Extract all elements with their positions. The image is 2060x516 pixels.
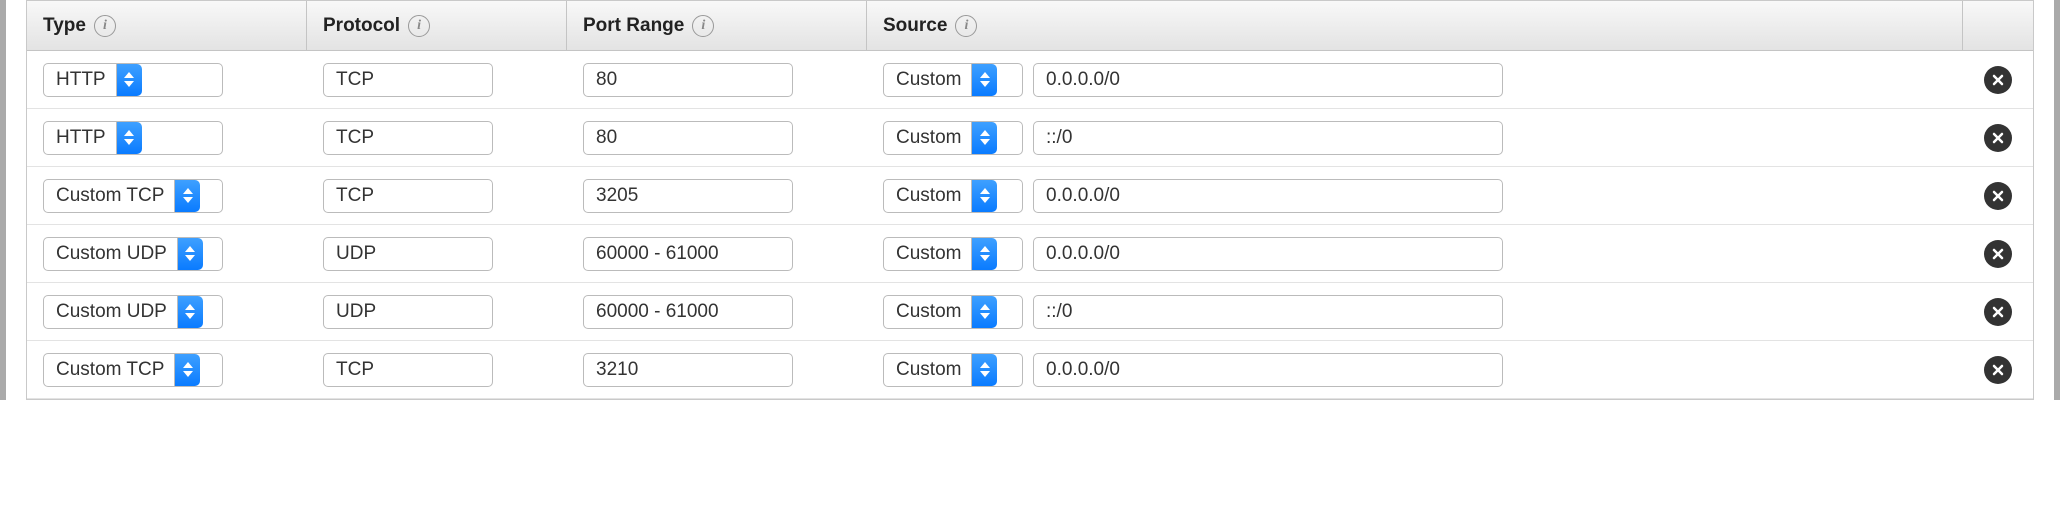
source-mode-select[interactable]: Custom	[883, 295, 1023, 329]
type-select[interactable]: Custom TCP	[43, 179, 223, 213]
source-cidr-input[interactable]	[1033, 121, 1503, 155]
header-type-label: Type	[43, 15, 86, 37]
chevron-updown-icon	[177, 296, 203, 328]
table-row: Custom UDP Custom	[27, 225, 2033, 283]
table-row: HTTP Custom	[27, 51, 2033, 109]
header-source-label: Source	[883, 15, 947, 37]
source-mode-value: Custom	[884, 301, 971, 323]
source-cidr-input[interactable]	[1033, 353, 1503, 387]
info-icon[interactable]: i	[408, 15, 430, 37]
protocol-input[interactable]	[323, 179, 493, 213]
port-range-input[interactable]	[583, 179, 793, 213]
source-mode-value: Custom	[884, 243, 971, 265]
protocol-input[interactable]	[323, 353, 493, 387]
rules-table-header: Type i Protocol i Port Range i Source i	[27, 1, 2033, 51]
type-select[interactable]: Custom UDP	[43, 237, 223, 271]
remove-rule-button[interactable]	[1984, 124, 2012, 152]
source-mode-value: Custom	[884, 69, 971, 91]
port-range-input[interactable]	[583, 121, 793, 155]
remove-rule-button[interactable]	[1984, 66, 2012, 94]
close-icon	[1991, 363, 2005, 377]
source-mode-select[interactable]: Custom	[883, 121, 1023, 155]
chevron-updown-icon	[971, 64, 997, 96]
type-select-value: HTTP	[44, 69, 116, 91]
type-select-value: HTTP	[44, 127, 116, 149]
chevron-updown-icon	[971, 180, 997, 212]
chevron-updown-icon	[971, 296, 997, 328]
chevron-updown-icon	[116, 64, 142, 96]
header-remove	[1963, 1, 2033, 50]
header-source[interactable]: Source i	[867, 1, 1963, 50]
table-row: HTTP Custom	[27, 109, 2033, 167]
close-icon	[1991, 73, 2005, 87]
source-mode-select[interactable]: Custom	[883, 237, 1023, 271]
close-icon	[1991, 305, 2005, 319]
type-select-value: Custom UDP	[44, 301, 177, 323]
source-mode-value: Custom	[884, 185, 971, 207]
chevron-updown-icon	[971, 354, 997, 386]
type-select[interactable]: HTTP	[43, 121, 223, 155]
table-row: Custom TCP Custom	[27, 167, 2033, 225]
source-mode-value: Custom	[884, 359, 971, 381]
chevron-updown-icon	[116, 122, 142, 154]
source-mode-select[interactable]: Custom	[883, 63, 1023, 97]
port-range-input[interactable]	[583, 295, 793, 329]
table-row: Custom TCP Custom	[27, 341, 2033, 399]
chevron-updown-icon	[971, 238, 997, 270]
protocol-input[interactable]	[323, 295, 493, 329]
remove-rule-button[interactable]	[1984, 298, 2012, 326]
port-range-input[interactable]	[583, 353, 793, 387]
type-select-value: Custom TCP	[44, 185, 174, 207]
source-cidr-input[interactable]	[1033, 63, 1503, 97]
type-select[interactable]: Custom UDP	[43, 295, 223, 329]
type-select[interactable]: HTTP	[43, 63, 223, 97]
chevron-updown-icon	[174, 180, 200, 212]
info-icon[interactable]: i	[94, 15, 116, 37]
protocol-input[interactable]	[323, 237, 493, 271]
source-cidr-input[interactable]	[1033, 179, 1503, 213]
chevron-updown-icon	[971, 122, 997, 154]
source-mode-select[interactable]: Custom	[883, 179, 1023, 213]
port-range-input[interactable]	[583, 237, 793, 271]
header-protocol-label: Protocol	[323, 15, 400, 37]
remove-rule-button[interactable]	[1984, 240, 2012, 268]
type-select[interactable]: Custom TCP	[43, 353, 223, 387]
header-type[interactable]: Type i	[27, 1, 307, 50]
type-select-value: Custom UDP	[44, 243, 177, 265]
type-select-value: Custom TCP	[44, 359, 174, 381]
chevron-updown-icon	[174, 354, 200, 386]
header-protocol[interactable]: Protocol i	[307, 1, 567, 50]
close-icon	[1991, 247, 2005, 261]
source-mode-value: Custom	[884, 127, 971, 149]
port-range-input[interactable]	[583, 63, 793, 97]
table-row: Custom UDP Custom	[27, 283, 2033, 341]
source-mode-select[interactable]: Custom	[883, 353, 1023, 387]
close-icon	[1991, 131, 2005, 145]
protocol-input[interactable]	[323, 63, 493, 97]
info-icon[interactable]: i	[955, 15, 977, 37]
chevron-updown-icon	[177, 238, 203, 270]
protocol-input[interactable]	[323, 121, 493, 155]
remove-rule-button[interactable]	[1984, 182, 2012, 210]
header-port-range-label: Port Range	[583, 15, 684, 37]
header-port-range[interactable]: Port Range i	[567, 1, 867, 50]
remove-rule-button[interactable]	[1984, 356, 2012, 384]
close-icon	[1991, 189, 2005, 203]
source-cidr-input[interactable]	[1033, 237, 1503, 271]
source-cidr-input[interactable]	[1033, 295, 1503, 329]
info-icon[interactable]: i	[692, 15, 714, 37]
